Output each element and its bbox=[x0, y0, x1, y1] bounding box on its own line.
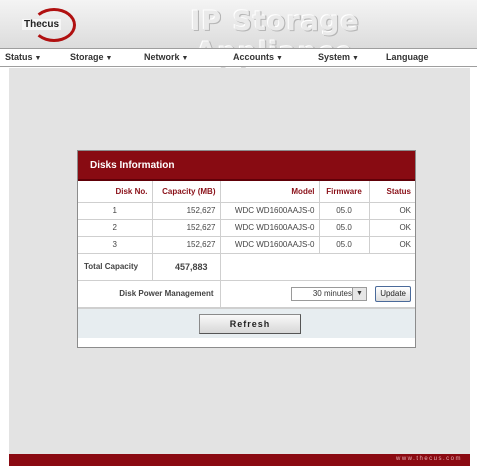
chevron-down-icon: ▼ bbox=[34, 55, 42, 62]
app-header: Thecus IP Storage Appliance bbox=[0, 0, 477, 68]
power-management-label: Disk Power Management bbox=[78, 280, 221, 308]
disk-number: 2 bbox=[78, 219, 153, 237]
disks-information-panel: Disks Information Disk No. Capacity (MB)… bbox=[77, 150, 416, 348]
footer-url: www.thecus.com bbox=[395, 456, 462, 462]
disk-number: 1 bbox=[78, 202, 153, 220]
logo-text: Thecus bbox=[22, 19, 62, 30]
panel-header: Disks Information bbox=[78, 151, 415, 181]
menu-accounts-label: Accounts bbox=[233, 52, 275, 62]
menu-network-label: Network bbox=[144, 52, 180, 62]
power-timeout-select[interactable]: 30 minutes ▼ bbox=[290, 286, 367, 301]
menu-accounts[interactable]: Accounts ▼ bbox=[233, 52, 283, 62]
total-capacity-value: 457,883 bbox=[152, 253, 221, 281]
menu-storage[interactable]: Storage ▼ bbox=[70, 52, 112, 62]
panel-title: Disks Information bbox=[90, 160, 175, 171]
menu-language-label: Language bbox=[386, 52, 429, 62]
power-management-row: Disk Power Management 30 minutes ▼ Updat… bbox=[78, 280, 415, 308]
disk-capacity: 152,627 bbox=[152, 202, 221, 220]
column-header: Status bbox=[369, 181, 415, 203]
chevron-down-icon: ▼ bbox=[276, 55, 283, 62]
column-header: Model bbox=[220, 181, 320, 203]
total-capacity-spacer bbox=[220, 253, 415, 281]
footer-bar: www.thecus.com bbox=[9, 454, 470, 466]
menu-storage-label: Storage bbox=[70, 52, 104, 62]
menu-network[interactable]: Network ▼ bbox=[144, 52, 188, 62]
disk-status: OK bbox=[369, 219, 415, 237]
disk-model: WDC WD1600AAJS-0 bbox=[220, 219, 320, 237]
table-row: 1 152,627 WDC WD1600AAJS-0 05.0 OK bbox=[78, 202, 415, 220]
menu-language[interactable]: Language bbox=[386, 52, 429, 62]
main-menu: Status ▼ Storage ▼ Network ▼ Accounts ▼ Syst… bbox=[0, 48, 477, 67]
disk-capacity: 152,627 bbox=[152, 219, 221, 237]
menu-system[interactable]: System ▼ bbox=[318, 52, 359, 62]
column-header: Capacity (MB) bbox=[152, 181, 221, 203]
power-management-controls: 30 minutes ▼ Update bbox=[220, 280, 415, 308]
disk-status: OK bbox=[369, 202, 415, 220]
column-header: Firmware bbox=[319, 181, 370, 203]
update-button[interactable]: Update bbox=[375, 285, 411, 302]
refresh-button[interactable]: Refresh bbox=[199, 313, 301, 334]
disk-model: WDC WD1600AAJS-0 bbox=[220, 236, 320, 254]
chevron-down-icon: ▼ bbox=[181, 55, 189, 62]
disk-firmware: 05.0 bbox=[319, 236, 370, 254]
table-row: 2 152,627 WDC WD1600AAJS-0 05.0 OK bbox=[78, 219, 415, 237]
total-capacity-row: Total Capacity 457,883 bbox=[78, 253, 415, 281]
thecus-logo[interactable]: Thecus bbox=[22, 8, 78, 42]
chevron-down-icon[interactable]: ▼ bbox=[351, 287, 366, 300]
chevron-down-icon: ▼ bbox=[105, 55, 113, 62]
menu-status[interactable]: Status ▼ bbox=[5, 52, 41, 62]
disks-table: Disk No. Capacity (MB) Model Firmware St… bbox=[78, 181, 415, 308]
table-header-row: Disk No. Capacity (MB) Model Firmware St… bbox=[78, 181, 415, 203]
total-capacity-label: Total Capacity bbox=[78, 253, 153, 281]
column-header: Disk No. bbox=[78, 181, 153, 203]
disk-number: 3 bbox=[78, 236, 153, 254]
menu-system-label: System bbox=[318, 52, 351, 62]
disk-capacity: 152,627 bbox=[152, 236, 221, 254]
power-timeout-value: 30 minutes bbox=[312, 289, 352, 298]
table-row: 3 152,627 WDC WD1600AAJS-0 05.0 OK bbox=[78, 236, 415, 254]
disk-status: OK bbox=[369, 236, 415, 254]
disk-model: WDC WD1600AAJS-0 bbox=[220, 202, 320, 220]
disk-firmware: 05.0 bbox=[319, 202, 370, 220]
refresh-bar: Refresh bbox=[78, 307, 415, 338]
disk-firmware: 05.0 bbox=[319, 219, 370, 237]
menu-status-label: Status bbox=[5, 52, 33, 62]
chevron-down-icon: ▼ bbox=[352, 55, 359, 62]
